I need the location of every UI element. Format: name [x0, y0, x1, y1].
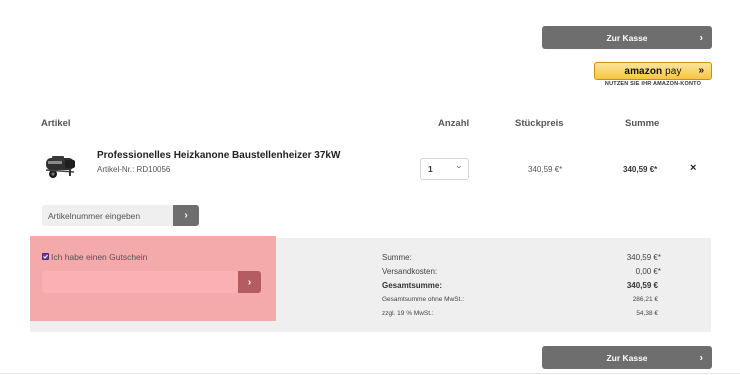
product-sku: Artikel-Nr.: RD10056	[97, 165, 171, 174]
summary-value-shipping: 0,00 €*	[635, 267, 661, 276]
amazon-pay-button[interactable]: amazon pay »	[594, 62, 712, 80]
product-name[interactable]: Professionelles Heizkanone Baustellenhei…	[97, 150, 340, 161]
summary-label-sum: Summe:	[382, 253, 412, 262]
product-total: 340,59 €*	[623, 165, 658, 174]
summary-label-total: Gesamtsumme:	[382, 281, 443, 290]
header-article: Artikel	[41, 118, 71, 129]
voucher-code-input[interactable]	[42, 271, 238, 293]
checkout-button-label: Zur Kasse	[606, 32, 648, 43]
summary-value-sum: 340,59 €*	[626, 253, 661, 262]
quantity-value: 1	[428, 164, 433, 174]
chevron-right-icon: ›	[184, 210, 188, 221]
summary-value-total: 340,59 €	[626, 281, 658, 290]
article-number-submit-button[interactable]: ›	[173, 205, 199, 226]
voucher-checkbox[interactable]	[42, 253, 49, 260]
summary-label-net: Gesamtsumme ohne MwSt.:	[382, 296, 464, 303]
chevron-down-icon: ›	[454, 165, 465, 169]
double-chevron-icon: »	[698, 65, 704, 76]
article-number-placeholder: Artikelnummer eingeben	[48, 211, 141, 221]
summary-label-shipping: Versandkosten:	[382, 267, 438, 276]
chevron-right-icon: ›	[699, 32, 703, 43]
checkout-button-label: Zur Kasse	[606, 352, 648, 363]
summary-label-vat: zzgl. 19 % MwSt.:	[382, 310, 434, 317]
page-divider	[0, 373, 740, 374]
product-unit-price: 340,59 €*	[528, 165, 563, 174]
amazon-pay-logo: amazon pay	[624, 65, 682, 77]
chevron-right-icon: ›	[699, 352, 703, 363]
quantity-select[interactable]: 1 ›	[420, 158, 469, 180]
summary-value-net: 286,21 €	[632, 296, 658, 303]
remove-item-icon[interactable]: ×	[690, 162, 696, 174]
voucher-checkbox-label[interactable]: Ich habe einen Gutschein	[51, 252, 147, 262]
checkout-button-top[interactable]: Zur Kasse ›	[542, 26, 712, 49]
header-unit-price: Stückpreis	[515, 118, 564, 129]
header-total: Summe	[625, 118, 660, 129]
amazon-pay-caption: NUTZEN SIE IHR AMAZON-KONTO	[604, 81, 702, 87]
checkout-button-bottom[interactable]: Zur Kasse ›	[542, 346, 712, 369]
product-image[interactable]	[43, 150, 79, 182]
heater-image	[45, 156, 75, 178]
voucher-submit-button[interactable]: ›	[238, 271, 261, 293]
chevron-right-icon: ›	[247, 276, 252, 288]
article-number-input[interactable]: Artikelnummer eingeben	[42, 205, 173, 226]
header-quantity: Anzahl	[438, 118, 470, 129]
summary-value-vat: 54,38 €	[636, 310, 658, 317]
